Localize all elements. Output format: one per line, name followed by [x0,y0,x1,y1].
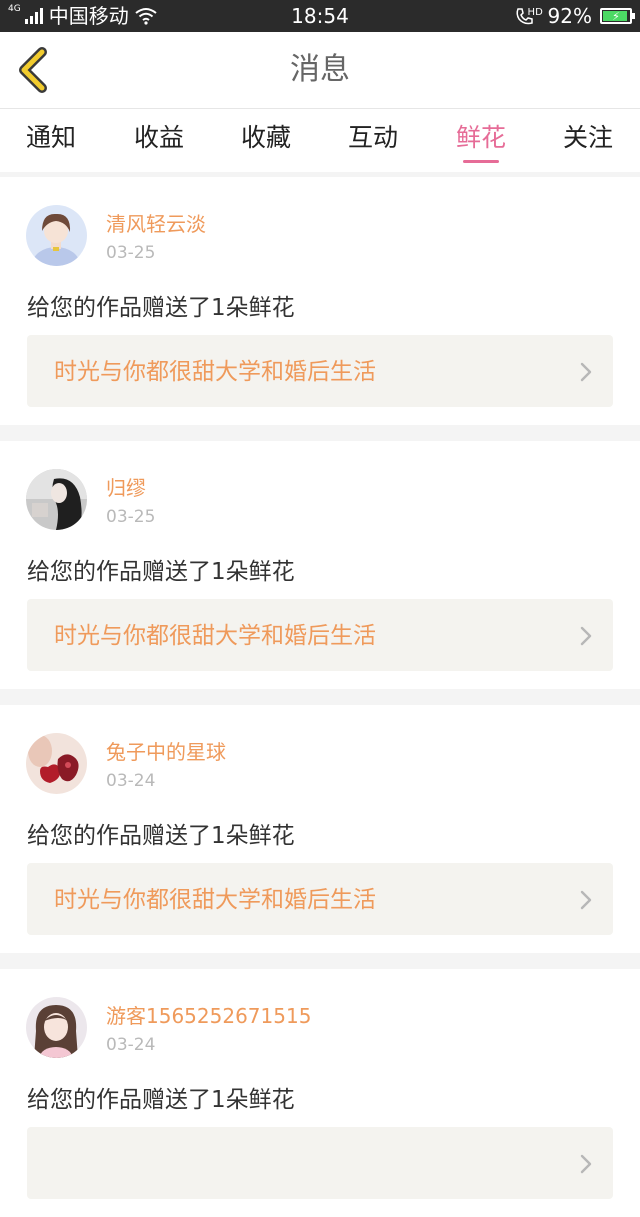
hd-label: HD [527,7,543,18]
message-date: 03-24 [106,771,156,791]
avatar[interactable] [26,205,87,266]
avatar[interactable] [26,733,87,794]
tab-interactions[interactable]: 互动 [318,109,428,172]
message-date: 03-24 [106,1035,156,1055]
work-link[interactable]: 时光与你都很甜大学和婚后生活 [27,599,613,671]
message-card: 清风轻云淡 03-25 给您的作品赠送了1朵鲜花 时光与你都很甜大学和婚后生活 [0,177,640,425]
tab-bar: 通知 收益 收藏 互动 鲜花 关注 [0,109,640,172]
wifi-icon [135,8,157,25]
tab-underline [463,160,499,163]
tab-label: 鲜花 [455,123,506,152]
chevron-right-icon [580,1154,592,1174]
status-bar: 4G 中国移动 18:54 HD 92% ⚡ [0,0,640,32]
tab-notifications[interactable]: 通知 [0,109,106,172]
message-text: 给您的作品赠送了1朵鲜花 [27,295,295,321]
tab-flowers[interactable]: 鲜花 [426,109,536,172]
header: 消息 [0,32,640,109]
network-type: 4G [8,3,21,14]
battery-icon: ⚡ [600,8,635,24]
back-button[interactable] [12,46,58,94]
chevron-right-icon [580,626,592,646]
work-link[interactable]: 时光与你都很甜大学和婚后生活 [27,335,613,407]
page-title: 消息 [290,52,350,87]
tab-favorites[interactable]: 收藏 [211,109,321,172]
sender-name[interactable]: 归缪 [106,472,146,501]
status-left: 4G 中国移动 [8,0,157,32]
work-link[interactable]: 时光与你都很甜大学和婚后生活 [27,863,613,935]
message-card: 游客1565252671515 03-24 给您的作品赠送了1朵鲜花 [0,969,640,1217]
avatar[interactable] [26,469,87,530]
tab-earnings[interactable]: 收益 [104,109,214,172]
message-date: 03-25 [106,243,156,263]
message-text: 给您的作品赠送了1朵鲜花 [27,559,295,585]
tab-following[interactable]: 关注 [533,109,640,172]
message-card: 归缪 03-25 给您的作品赠送了1朵鲜花 时光与你都很甜大学和婚后生活 [0,441,640,689]
tab-label: 关注 [562,123,613,152]
tab-label: 通知 [25,123,76,152]
message-text: 给您的作品赠送了1朵鲜花 [27,823,295,849]
message-date: 03-25 [106,507,156,527]
signal-icon [24,8,43,24]
message-card: 兔子中的星球 03-24 给您的作品赠送了1朵鲜花 时光与你都很甜大学和婚后生活 [0,705,640,953]
chevron-right-icon [580,362,592,382]
carrier-label: 中国移动 [48,4,129,28]
sender-name[interactable]: 清风轻云淡 [106,208,206,237]
work-title: 时光与你都很甜大学和婚后生活 [54,623,376,649]
tab-label: 收藏 [240,123,291,152]
work-title: 时光与你都很甜大学和婚后生活 [54,359,376,385]
chevron-right-icon [580,890,592,910]
work-title: 时光与你都很甜大学和婚后生活 [54,887,376,913]
tab-label: 收益 [133,123,184,152]
tab-label: 互动 [347,123,398,152]
message-text: 给您的作品赠送了1朵鲜花 [27,1087,295,1113]
battery-percent: 92% [547,4,592,28]
status-right: HD 92% ⚡ [514,0,635,32]
call-icon: HD [514,5,543,27]
sender-name[interactable]: 游客1565252671515 [106,1000,311,1029]
sender-name[interactable]: 兔子中的星球 [106,736,226,765]
chevron-left-icon [19,47,47,93]
charging-icon: ⚡ [612,10,620,23]
avatar[interactable] [26,997,87,1058]
